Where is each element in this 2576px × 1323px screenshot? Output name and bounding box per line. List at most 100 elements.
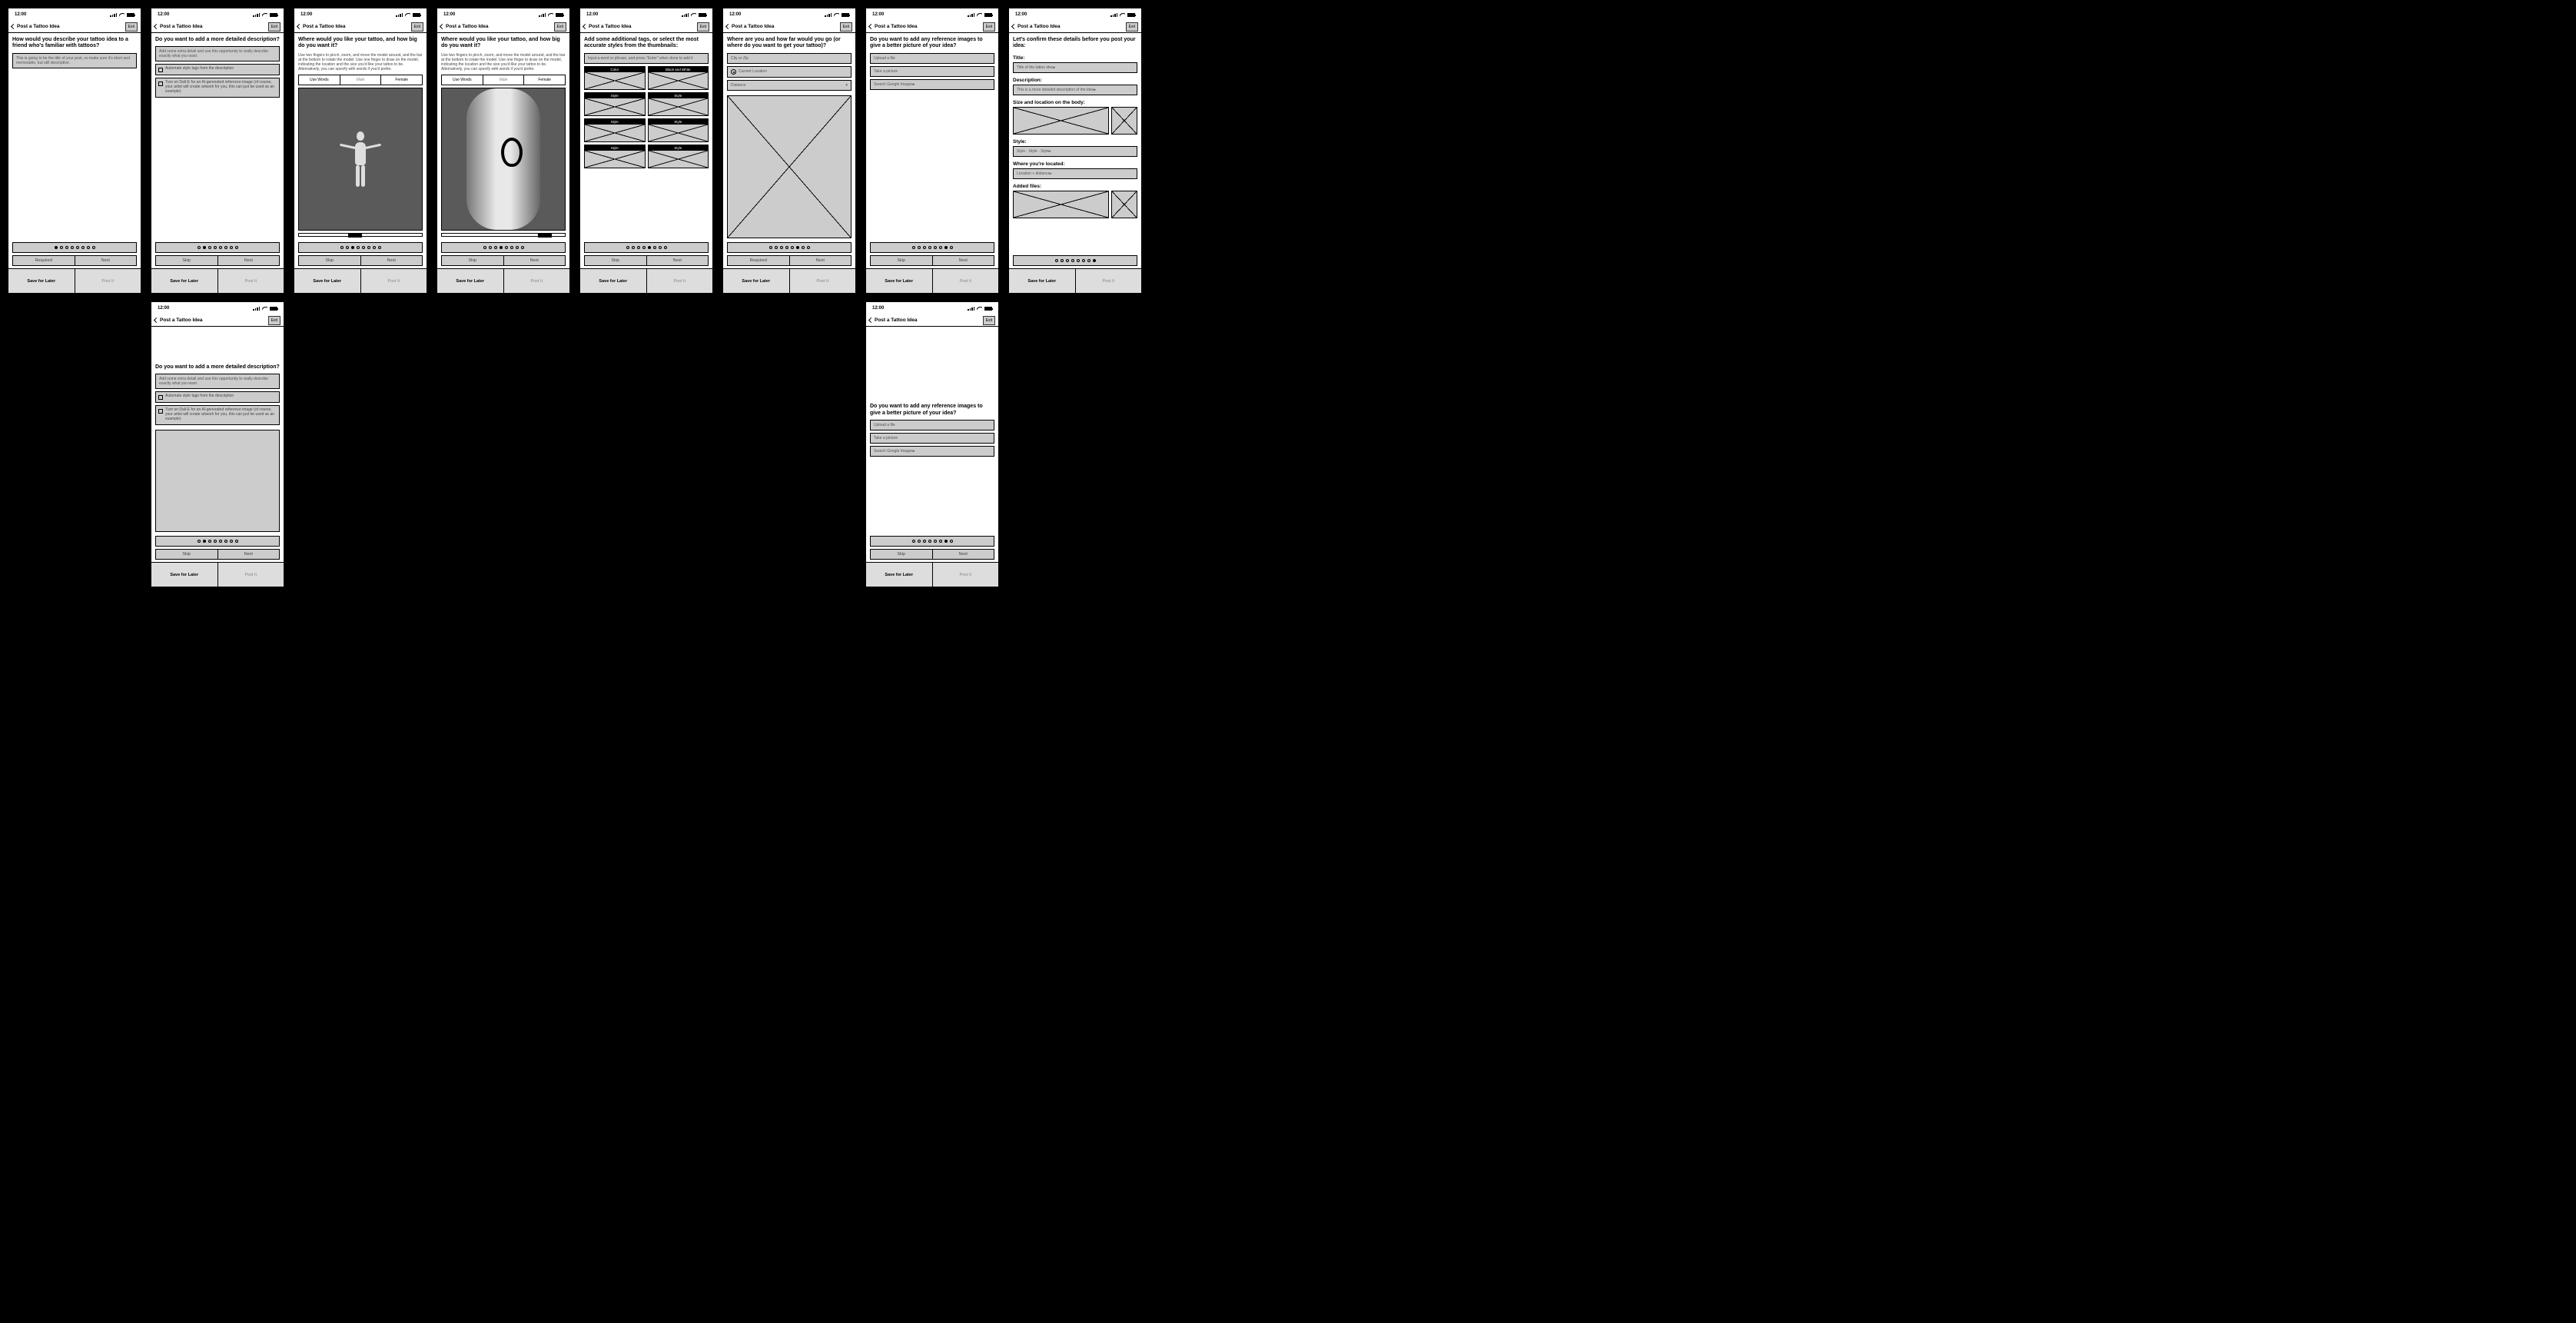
exit-button[interactable]: Exit xyxy=(268,22,281,32)
required-button[interactable]: Required xyxy=(12,255,75,266)
distance-dropdown[interactable]: Distance xyxy=(727,80,851,91)
back-button[interactable]: Post a Tattoo Idea xyxy=(297,24,346,29)
next-button[interactable]: Next xyxy=(361,255,423,266)
back-button[interactable]: Post a Tattoo Idea xyxy=(154,24,203,29)
skip-button[interactable]: Skip xyxy=(155,255,218,266)
save-for-later-button[interactable]: Save for Later xyxy=(294,269,361,293)
style-card[interactable]: Color xyxy=(584,66,646,90)
female-tab[interactable]: Female xyxy=(524,75,566,85)
dalle-checkbox[interactable]: Turn on Dall-E for an AI-generated refer… xyxy=(155,405,280,424)
post-it-button[interactable]: Post It xyxy=(933,563,999,587)
use-words-tab[interactable]: Use Words xyxy=(298,75,340,85)
exit-button[interactable]: Exit xyxy=(554,22,566,32)
body-thumb[interactable] xyxy=(1013,107,1109,135)
description-input[interactable]: Add some extra detail and use this oppor… xyxy=(155,374,280,389)
file-thumb[interactable] xyxy=(1013,191,1109,218)
save-for-later-button[interactable]: Save for Later xyxy=(866,563,933,587)
female-tab[interactable]: Female xyxy=(381,75,423,85)
next-button[interactable]: Next xyxy=(933,549,995,560)
located-field[interactable]: Location + distance xyxy=(1013,168,1137,179)
automate-tags-checkbox[interactable]: Automate style tags from the description xyxy=(155,64,280,75)
save-for-later-button[interactable]: Save for Later xyxy=(437,269,504,293)
upload-file-button[interactable]: Upload a file xyxy=(870,420,994,430)
skip-button[interactable]: Skip xyxy=(441,255,504,266)
save-for-later-button[interactable]: Save for Later xyxy=(8,269,75,293)
dalle-checkbox[interactable]: Turn on Dall-E for an AI-generated refer… xyxy=(155,78,280,97)
post-it-button[interactable]: Post It xyxy=(361,269,427,293)
exit-button[interactable]: Exit xyxy=(268,316,281,325)
current-location-button[interactable]: Current Location xyxy=(727,66,851,78)
style-card[interactable]: Style xyxy=(648,118,709,142)
tag-input[interactable]: Input a word or phrase, and press "Enter… xyxy=(584,53,709,64)
next-button[interactable]: Next xyxy=(75,255,138,266)
exit-button[interactable]: Exit xyxy=(983,22,995,32)
save-for-later-button[interactable]: Save for Later xyxy=(1009,269,1076,293)
style-card[interactable]: Style xyxy=(584,118,646,142)
required-button[interactable]: Required xyxy=(727,255,790,266)
take-picture-button[interactable]: Take a picture xyxy=(870,433,994,444)
save-for-later-button[interactable]: Save for Later xyxy=(580,269,647,293)
city-zip-input[interactable]: City or Zip xyxy=(727,53,851,64)
body-model-viewer[interactable] xyxy=(298,88,423,231)
rotate-slider[interactable] xyxy=(298,233,423,237)
save-for-later-button[interactable]: Save for Later xyxy=(151,563,218,587)
body-thumb-more[interactable]: ▸ xyxy=(1111,107,1137,135)
skip-button[interactable]: Skip xyxy=(298,255,361,266)
back-button[interactable]: Post a Tattoo Idea xyxy=(726,24,775,29)
post-it-button[interactable]: Post It xyxy=(790,269,856,293)
male-tab[interactable]: Male xyxy=(483,75,525,85)
post-it-button[interactable]: Post It xyxy=(504,269,570,293)
post-it-button[interactable]: Post It xyxy=(933,269,999,293)
exit-button[interactable]: Exit xyxy=(1126,22,1138,32)
post-it-button[interactable]: Post It xyxy=(1076,269,1142,293)
next-button[interactable]: Next xyxy=(504,255,566,266)
post-it-button[interactable]: Post It xyxy=(218,563,284,587)
search-images-button[interactable]: Search Google Images xyxy=(870,79,994,90)
exit-button[interactable]: Exit xyxy=(697,22,709,32)
male-tab[interactable]: Male xyxy=(340,75,382,85)
post-it-button[interactable]: Post It xyxy=(75,269,141,293)
upload-file-button[interactable]: Upload a file xyxy=(870,53,994,64)
next-button[interactable]: Next xyxy=(790,255,852,266)
back-button[interactable]: Post a Tattoo Idea xyxy=(440,24,489,29)
title-field[interactable]: Title of the tattoo idea xyxy=(1013,62,1137,73)
style-card[interactable]: Black and White xyxy=(648,66,709,90)
skip-button[interactable]: Skip xyxy=(870,549,933,560)
next-button[interactable]: Next xyxy=(647,255,709,266)
automate-tags-checkbox[interactable]: Automate style tags from the description xyxy=(155,391,280,403)
next-button[interactable]: Next xyxy=(218,255,281,266)
next-button[interactable]: Next xyxy=(218,549,281,560)
post-it-button[interactable]: Post It xyxy=(218,269,284,293)
exit-button[interactable]: Exit xyxy=(411,22,423,32)
file-thumb-more[interactable]: ▸ xyxy=(1111,191,1137,218)
back-button[interactable]: Post a Tattoo Idea xyxy=(154,317,203,323)
desc-field[interactable]: This is a more detailed description of t… xyxy=(1013,85,1137,95)
map-placeholder[interactable] xyxy=(727,95,851,238)
body-model-viewer[interactable] xyxy=(441,88,566,231)
post-it-button[interactable]: Post It xyxy=(647,269,713,293)
save-for-later-button[interactable]: Save for Later xyxy=(866,269,933,293)
take-picture-button[interactable]: Take a picture xyxy=(870,66,994,77)
style-field[interactable]: Style · Style · Style xyxy=(1013,146,1137,157)
skip-button[interactable]: Skip xyxy=(155,549,218,560)
back-button[interactable]: Post a Tattoo Idea xyxy=(869,317,918,323)
exit-button[interactable]: Exit xyxy=(840,22,852,32)
rotate-slider[interactable] xyxy=(441,233,566,237)
style-card[interactable]: Style xyxy=(648,145,709,168)
skip-button[interactable]: Skip xyxy=(584,255,647,266)
exit-button[interactable]: Exit xyxy=(125,22,138,32)
back-button[interactable]: Post a Tattoo Idea xyxy=(1012,24,1061,29)
description-input[interactable]: Add some extra detail and use this oppor… xyxy=(155,46,280,61)
style-card[interactable]: Style xyxy=(584,145,646,168)
exit-button[interactable]: Exit xyxy=(983,316,995,325)
back-button[interactable]: Post a Tattoo Idea xyxy=(12,24,60,29)
save-for-later-button[interactable]: Save for Later xyxy=(151,269,218,293)
use-words-tab[interactable]: Use Words xyxy=(441,75,483,85)
title-input[interactable]: This is going to be the title of your po… xyxy=(12,53,137,68)
save-for-later-button[interactable]: Save for Later xyxy=(723,269,790,293)
search-images-button[interactable]: Search Google Images xyxy=(870,446,994,457)
skip-button[interactable]: Skip xyxy=(870,255,933,266)
next-button[interactable]: Next xyxy=(933,255,995,266)
back-button[interactable]: Post a Tattoo Idea xyxy=(583,24,632,29)
style-card[interactable]: Style xyxy=(584,92,646,116)
